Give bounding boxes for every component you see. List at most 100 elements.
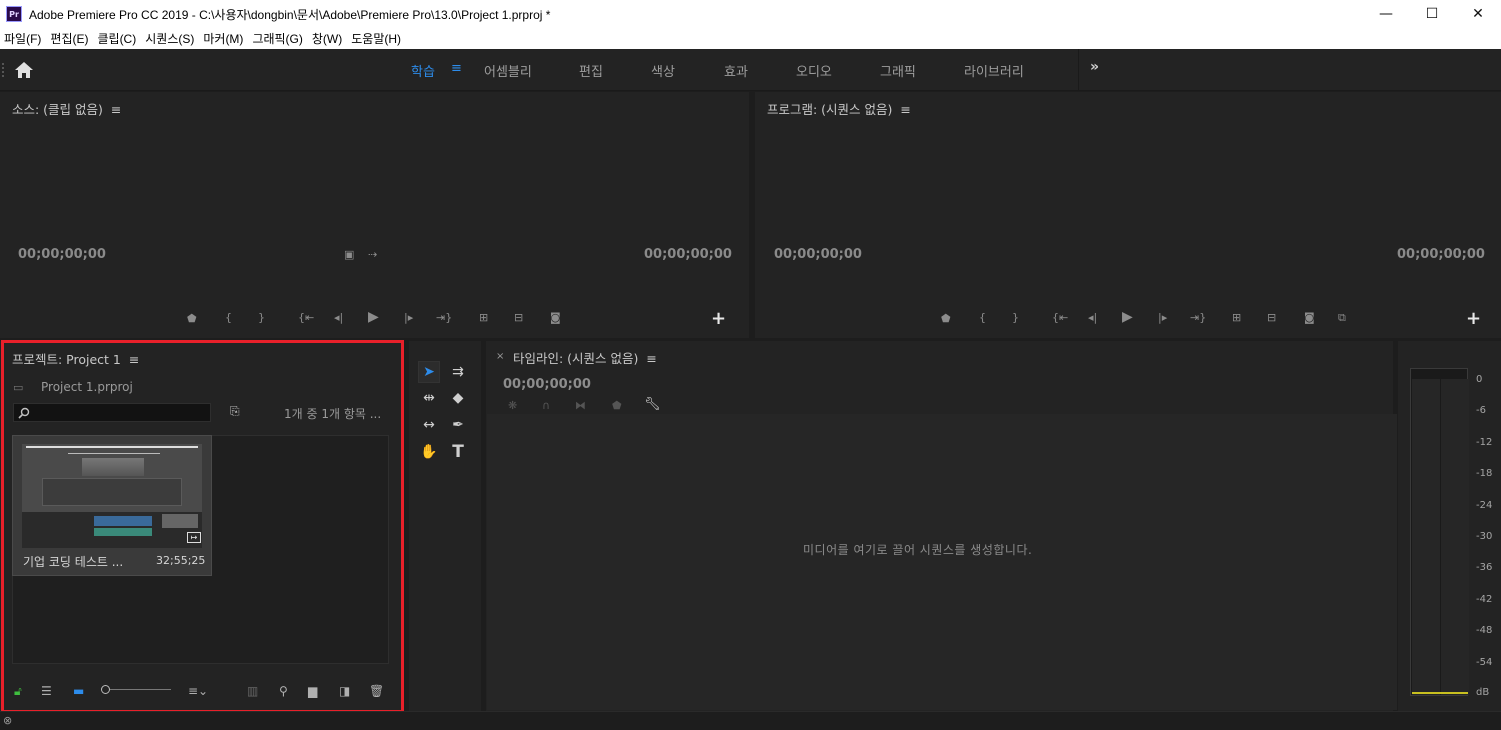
db-label: -24 (1476, 500, 1493, 511)
clip-name[interactable]: 기업 코딩 테스트 ... (23, 553, 123, 570)
workspace-tab-learning[interactable]: 학습 (411, 61, 435, 80)
play-icon[interactable]: ▶ (1122, 309, 1133, 325)
creative-cloud-icon[interactable]: ⊗ (3, 714, 12, 727)
mark-out-icon[interactable]: } (1012, 311, 1019, 324)
clip-thumbnail[interactable]: ↦ 기업 코딩 테스트 ... 32;55;25 (12, 435, 212, 576)
find-icon[interactable]: ⚲ (279, 684, 288, 698)
panel-menu-icon[interactable]: ≡ (129, 352, 139, 367)
program-monitor-title[interactable]: 프로그램: (시퀀스 없음) (767, 102, 892, 117)
folder-icon[interactable]: ▆ (308, 684, 317, 698)
razor-tool-icon[interactable]: ◆ (447, 387, 469, 409)
menu-sequence[interactable]: 시퀀스(S) (141, 30, 199, 47)
play-icon[interactable]: ▶ (368, 309, 379, 325)
linked-selection-icon[interactable]: ⧓ (575, 399, 586, 412)
go-to-out-icon[interactable]: ⇥} (436, 311, 452, 324)
menu-file[interactable]: 파일(F) (0, 30, 46, 47)
drag-audio-icon[interactable]: ⇢ (368, 248, 377, 261)
workspace-bar: 학습 ≡ 어셈블리 편집 색상 효과 오디오 그래픽 라이브러리 » (0, 49, 1501, 91)
drag-video-icon[interactable]: ▣ (344, 248, 354, 261)
insert-icon[interactable]: ⊞ (479, 311, 488, 324)
project-panel-title[interactable]: 프로젝트: Project 1 (12, 352, 121, 367)
menu-help[interactable]: 도움말(H) (347, 30, 406, 47)
source-timecode-current[interactable]: 00;00;00;00 (18, 247, 106, 262)
trash-icon[interactable]: 🗑︎ (369, 684, 384, 698)
snap-icon[interactable]: ∩ (542, 399, 550, 412)
add-marker-icon[interactable]: ⬟ (612, 399, 622, 412)
drag-grip[interactable] (2, 63, 5, 77)
panel-menu-icon[interactable]: ≡ (111, 102, 121, 117)
automate-to-sequence-icon[interactable]: ▥ (247, 684, 258, 698)
project-file-name: Project 1.prproj (41, 380, 133, 394)
db-label: -36 (1476, 562, 1493, 573)
menu-edit[interactable]: 편집(E) (46, 30, 93, 47)
status-bar: ⊗ (0, 711, 1501, 730)
workspace-tab-libraries[interactable]: 라이브러리 (964, 61, 1024, 80)
selection-tool-icon[interactable]: ➤ (418, 361, 440, 383)
lift-icon[interactable]: ⊞ (1232, 311, 1241, 324)
title-bar: Pr Adobe Premiere Pro CC 2019 - C:\사용자\d… (0, 0, 1501, 28)
maximize-button[interactable]: ☐ (1409, 0, 1455, 28)
minimize-button[interactable]: — (1363, 0, 1409, 28)
camera-icon[interactable]: ◙ (550, 311, 561, 324)
extract-icon[interactable]: ⊟ (1267, 311, 1276, 324)
sort-icon[interactable]: ≡⌄ (188, 684, 208, 698)
mark-in-icon[interactable]: { (979, 311, 986, 324)
program-timecode-current[interactable]: 00;00;00;00 (774, 247, 862, 262)
go-to-in-icon[interactable]: {⇤ (1052, 311, 1068, 324)
new-search-bin-icon[interactable]: ⎘ (230, 404, 240, 419)
icon-view-icon[interactable]: ▬ (73, 684, 84, 698)
timeline-title[interactable]: 타임라인: (시퀀스 없음) (513, 351, 638, 366)
menu-markers[interactable]: 마커(M) (199, 30, 248, 47)
zoom-slider[interactable] (101, 685, 171, 695)
mark-in-icon[interactable]: { (225, 311, 232, 324)
more-workspaces-icon[interactable]: » (1090, 59, 1099, 75)
workspace-menu-icon[interactable]: ≡ (451, 61, 462, 76)
add-marker-icon[interactable]: ⬟ (187, 312, 197, 325)
camera-icon[interactable]: ◙ (1304, 311, 1315, 324)
window-title: Adobe Premiere Pro CC 2019 - C:\사용자\dong… (29, 7, 551, 22)
workspace-tab-assembly[interactable]: 어셈블리 (484, 61, 532, 80)
step-forward-icon[interactable]: |▸ (1158, 311, 1167, 324)
workspace-tab-audio[interactable]: 오디오 (796, 61, 832, 80)
db-label: -18 (1476, 468, 1493, 479)
menu-window[interactable]: 창(W) (308, 30, 347, 47)
add-button[interactable]: + (711, 308, 726, 329)
workspace-tab-graphics[interactable]: 그래픽 (880, 61, 916, 80)
comparison-view-icon[interactable]: ⧉ (1338, 311, 1346, 325)
nest-icon[interactable]: ❋ (508, 399, 517, 412)
go-to-in-icon[interactable]: {⇤ (298, 311, 314, 324)
overwrite-icon[interactable]: ⊟ (514, 311, 523, 324)
pen-tool-icon[interactable]: ✒ (447, 414, 469, 436)
panel-menu-icon[interactable]: ≡ (646, 351, 656, 366)
workspace-tab-effects[interactable]: 효과 (724, 61, 748, 80)
step-back-icon[interactable]: ◂| (1088, 311, 1097, 324)
hand-tool-icon[interactable]: ✋ (418, 441, 440, 463)
go-to-out-icon[interactable]: ⇥} (1190, 311, 1206, 324)
list-view-icon[interactable]: ☰ (41, 684, 52, 698)
lock-icon[interactable]: 🔓︎ (14, 684, 22, 699)
wrench-icon[interactable]: 🔧︎ (644, 397, 661, 412)
type-tool-icon[interactable]: T (447, 441, 469, 463)
step-back-icon[interactable]: ◂| (334, 311, 343, 324)
add-button[interactable]: + (1466, 308, 1481, 329)
menu-graphics[interactable]: 그래픽(G) (248, 30, 307, 47)
workspace-tab-color[interactable]: 색상 (651, 61, 675, 80)
mark-out-icon[interactable]: } (258, 311, 265, 324)
new-item-icon[interactable]: ◨ (339, 684, 350, 698)
slip-tool-icon[interactable]: ↔ (418, 414, 440, 436)
timeline-drop-area[interactable] (487, 414, 1397, 710)
timeline-timecode[interactable]: 00;00;00;00 (503, 377, 591, 392)
project-search-input[interactable] (13, 403, 211, 422)
close-tab-icon[interactable]: × (496, 351, 504, 362)
clip-preview-image (22, 444, 202, 548)
add-marker-icon[interactable]: ⬟ (941, 312, 951, 325)
track-select-tool-icon[interactable]: ⇉ (447, 361, 469, 383)
menu-clip[interactable]: 클립(C) (93, 30, 141, 47)
workspace-tab-editing[interactable]: 편집 (579, 61, 603, 80)
ripple-edit-tool-icon[interactable]: ⇹ (418, 387, 440, 409)
step-forward-icon[interactable]: |▸ (404, 311, 413, 324)
home-icon[interactable] (14, 61, 34, 79)
source-monitor-title[interactable]: 소스: (클립 없음) (12, 102, 103, 117)
panel-menu-icon[interactable]: ≡ (900, 102, 910, 117)
close-button[interactable]: ✕ (1455, 0, 1501, 28)
